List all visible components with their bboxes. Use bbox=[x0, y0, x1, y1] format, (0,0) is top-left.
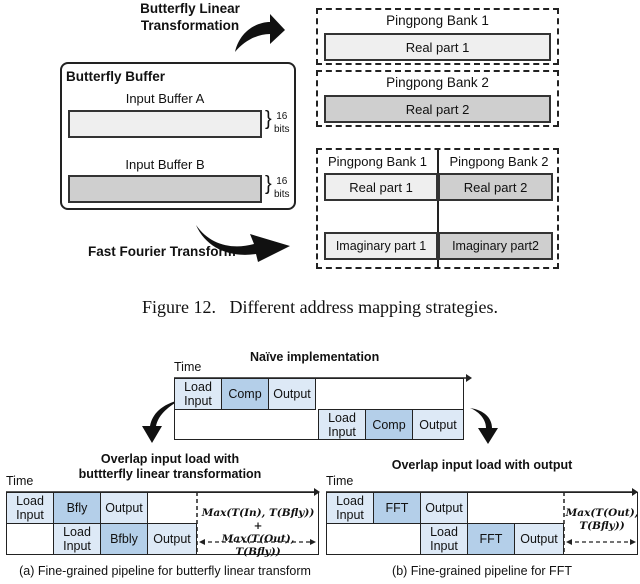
left-time-label: Time bbox=[6, 474, 34, 488]
naive-comp-1: Comp bbox=[221, 378, 269, 410]
caption-b: (b) Fine-grained pipeline for FFT bbox=[392, 564, 572, 578]
input-buffer-a-label: Input Buffer A bbox=[125, 91, 205, 106]
left-title-line2: buttterfly linear transformation bbox=[78, 467, 262, 481]
formula-line1: Max(T(In), T(Bfly)) + bbox=[201, 507, 315, 532]
caption-a: (a) Fine-grained pipeline for butterfly … bbox=[19, 564, 311, 578]
bit-width-num: 16 bbox=[276, 111, 288, 122]
naive-time-label: Time bbox=[174, 360, 202, 374]
formula-line1: Max(T(Out), bbox=[565, 507, 639, 519]
bank-title: Pingpong Bank 2 bbox=[386, 75, 489, 90]
left-bfly-2: Bfbly bbox=[100, 523, 148, 555]
curved-arrow-icon bbox=[470, 408, 498, 444]
real-part-2-cell: Real part 2 bbox=[324, 95, 551, 123]
left-title-line1: Overlap input load with bbox=[100, 452, 240, 466]
left-bfly-1: Bfly bbox=[53, 492, 101, 524]
right-load-input-1: Load Input bbox=[326, 492, 374, 524]
bit-width-unit: bits bbox=[274, 124, 290, 135]
fft-bank2-title: Pingpong Bank 2 bbox=[449, 154, 549, 169]
left-load-input-1: Load Input bbox=[6, 492, 54, 524]
right-title: Overlap input load with output bbox=[391, 458, 573, 472]
left-load-input-2: Load Input bbox=[53, 523, 101, 555]
input-buffer-a bbox=[68, 110, 262, 138]
bit-width-a: 16 bits bbox=[274, 110, 290, 136]
bfly-pingpong-bank-1: Pingpong Bank 1 Real part 1 bbox=[316, 8, 559, 65]
formula-line2: Max(T(Out), T(Bfly)) bbox=[221, 533, 295, 558]
fft-real-part-2: Real part 2 bbox=[438, 173, 553, 201]
right-output-1: Output bbox=[420, 492, 468, 524]
right-fft-2: FFT bbox=[467, 523, 515, 555]
naive-comp-2: Comp bbox=[365, 409, 413, 440]
naive-output-1: Output bbox=[268, 378, 316, 410]
naive-title: Naïve implementation bbox=[250, 350, 380, 364]
fft-imag-part-1: Imaginary part 1 bbox=[324, 232, 438, 260]
left-latency-formula: Max(T(In), T(Bfly)) + Max(T(Out), T(Bfly… bbox=[198, 507, 318, 559]
formula-line2: T(Bfly)) bbox=[579, 520, 625, 532]
naive-load-input-2: Load Input bbox=[318, 409, 366, 440]
naive-output-2: Output bbox=[412, 409, 464, 440]
bit-width-unit: bits bbox=[274, 189, 290, 200]
left-output-1: Output bbox=[100, 492, 148, 524]
bfly-label-line2: Transformation bbox=[140, 18, 240, 33]
bit-width-num: 16 bbox=[276, 176, 288, 187]
input-buffer-b-label: Input Buffer B bbox=[125, 157, 205, 172]
fft-pingpong-banks: Pingpong Bank 1 Pingpong Bank 2 Real par… bbox=[316, 148, 559, 269]
right-time-label: Time bbox=[326, 474, 354, 488]
fft-imag-part-2: Imaginary part2 bbox=[438, 232, 553, 260]
fft-bank1-title: Pingpong Bank 1 bbox=[327, 154, 428, 169]
fft-label: Fast Fourier Transform bbox=[88, 244, 236, 259]
right-load-input-2: Load Input bbox=[420, 523, 468, 555]
bfly-label-line1: Butterfly Linear bbox=[140, 1, 240, 16]
butterfly-buffer-panel: Butterfly Buffer Input Buffer A } 16 bit… bbox=[60, 62, 296, 210]
right-latency-formula: Max(T(Out), T(Bfly)) bbox=[565, 507, 639, 533]
figure-12-caption: Figure 12. Different address mapping str… bbox=[141, 297, 499, 317]
bfly-transform-label: Butterfly Linear Transformation bbox=[120, 0, 260, 34]
bank-title: Pingpong Bank 1 bbox=[386, 13, 489, 28]
real-part-1-cell: Real part 1 bbox=[324, 33, 551, 61]
butterfly-buffer-title: Butterfly Buffer bbox=[66, 69, 166, 84]
brace-icon: } bbox=[265, 173, 272, 195]
fft-real-part-1: Real part 1 bbox=[324, 173, 438, 201]
right-fft-1: FFT bbox=[373, 492, 421, 524]
input-buffer-b bbox=[68, 175, 262, 203]
left-title: Overlap input load with buttterfly linea… bbox=[40, 452, 300, 482]
bit-width-b: 16 bits bbox=[274, 175, 290, 201]
brace-icon: } bbox=[265, 108, 272, 130]
left-output-2: Output bbox=[147, 523, 197, 555]
right-output-2: Output bbox=[514, 523, 564, 555]
bfly-pingpong-bank-2: Pingpong Bank 2 Real part 2 bbox=[316, 70, 559, 127]
naive-load-input-1: Load Input bbox=[174, 378, 222, 410]
